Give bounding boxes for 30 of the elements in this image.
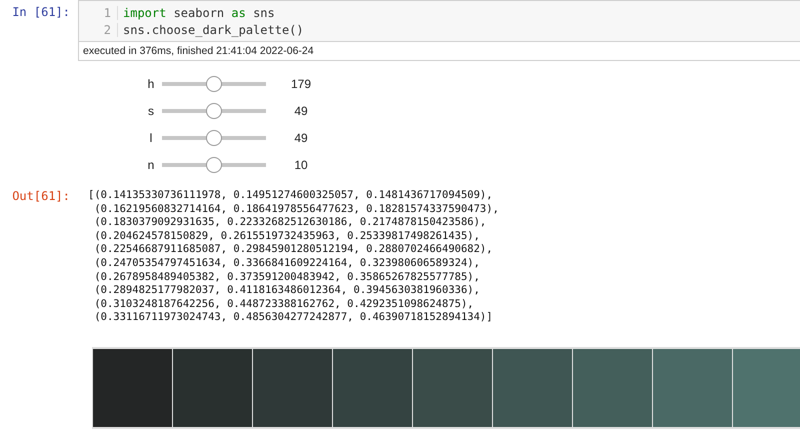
output-line: (0.24705354797451634, 0.3366841609224164, 0.323980606589324), <box>93 256 481 271</box>
execution-info: executed in 376ms, finished 21:41:04 2022-06-24 <box>79 41 800 60</box>
line-number: 2 <box>79 22 118 36</box>
slider-label: n <box>146 158 156 172</box>
output-line: (0.3103248187642256, 0.448723388162762, 0.4292351098624875), <box>93 298 475 312</box>
output-line: [(0.14135330736111978, 0.14951274600325057, 0.1481436717094509), <box>88 189 494 203</box>
slider-value: 179 <box>290 76 312 90</box>
output-line: (0.1830379092931635, 0.22332682512630186, 0.2174878150423586), <box>93 216 488 230</box>
code-line: import seaborn as sns <box>122 6 275 20</box>
code-cell[interactable]: 1 import seaborn as sns 2 sns.choose_dark_palette() executed in 376ms, finished 21:41:04 2022-06-24 <box>78 0 800 61</box>
input-prompt: In [61]: <box>11 4 71 21</box>
slider-value: 49 <box>293 130 309 144</box>
output-line: (0.2894825177982037, 0.4118163486012364, 0.3945630381960336), <box>93 284 481 298</box>
slider-thumb[interactable] <box>206 156 222 172</box>
output-line: (0.33116711973024743, 0.4856304277242877, 0.46390718152894134)] <box>93 311 494 325</box>
output-line: (0.2678958489405382, 0.373591200483942, 0.35865267825577785), <box>93 270 481 284</box>
slider-value: 49 <box>293 104 309 118</box>
slider-thumb[interactable] <box>206 76 222 92</box>
output-line: (0.16219560832714164, 0.18641978556477623, 0.18281574337590473), <box>93 202 499 216</box>
output-line: (0.22546687911685087, 0.29845901280512194, 0.2880702466490682), <box>93 243 494 257</box>
line-number: 1 <box>79 6 118 20</box>
slider-value: 10 <box>293 158 309 172</box>
slider-label: l <box>148 130 154 144</box>
code-line: sns.choose_dark_palette() <box>122 22 304 36</box>
slider-label: h <box>146 76 156 90</box>
output-prompt: Out[61]: <box>11 189 71 205</box>
output-line: (0.204624578150829, 0.2615519732435963, 0.25339817498261435), <box>93 230 481 244</box>
slider-thumb[interactable] <box>206 130 222 146</box>
slider-thumb[interactable] <box>206 102 222 118</box>
slider-label: s <box>147 104 155 118</box>
